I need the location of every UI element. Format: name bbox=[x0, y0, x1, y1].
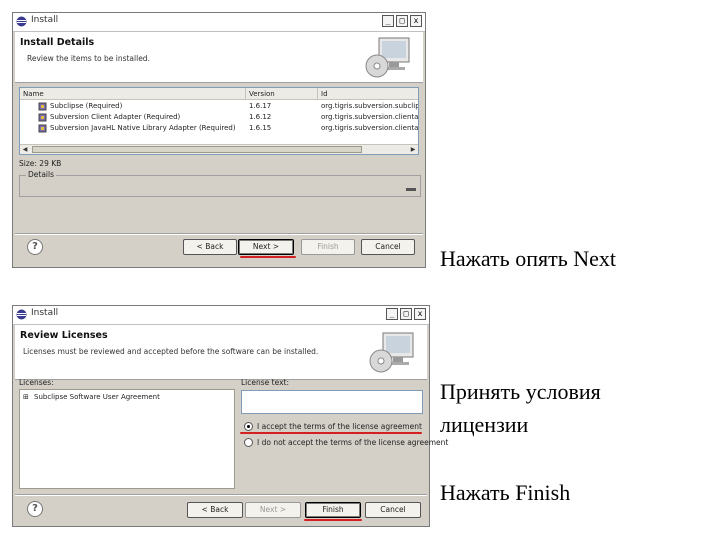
licenses-list[interactable]: ⊞ Subclipse Software User Agreement bbox=[19, 389, 235, 489]
accept-highlight-underline bbox=[240, 432, 422, 434]
scrollbar-thumb[interactable] bbox=[32, 146, 362, 153]
accept-license-radio[interactable] bbox=[244, 422, 253, 431]
install-items-table[interactable]: Name Version Id Subclipse (Required) 1.6… bbox=[19, 87, 419, 155]
page-subtitle: Licenses must be reviewed and accepted b… bbox=[23, 347, 319, 356]
caption-accept-terms-line1: Принять условия bbox=[440, 379, 601, 404]
close-button[interactable]: x bbox=[414, 308, 426, 320]
minimize-button[interactable]: _ bbox=[386, 308, 398, 320]
details-group: Details bbox=[19, 170, 421, 197]
install-details-window: Install _ □ x Install Details Review the… bbox=[12, 12, 426, 268]
table-row-version: 1.6.17 bbox=[249, 102, 272, 110]
cancel-button[interactable]: Cancel bbox=[361, 239, 415, 255]
table-row-name[interactable]: Subversion Client Adapter (Required) bbox=[50, 112, 246, 123]
feature-icon bbox=[38, 113, 47, 122]
finish-button[interactable]: Finish bbox=[305, 502, 361, 518]
column-header-name[interactable]: Name bbox=[20, 88, 246, 100]
details-label: Details bbox=[26, 170, 57, 179]
window-title: Install bbox=[31, 308, 59, 318]
next-button[interactable]: Next > bbox=[245, 502, 301, 518]
table-row-id: org.tigris.subversion.clientadapter.java… bbox=[321, 124, 418, 132]
finish-highlight-underline bbox=[304, 519, 362, 521]
help-icon[interactable]: ? bbox=[27, 239, 43, 255]
table-row-name[interactable]: Subversion JavaHL Native Library Adapter… bbox=[50, 123, 246, 134]
caption-press-next-again: Нажать опять Next bbox=[440, 246, 616, 271]
caption-press-finish: Нажать Finish bbox=[440, 480, 571, 505]
size-label: Size: 29 KB bbox=[19, 159, 62, 168]
license-text-label: License text: bbox=[241, 378, 289, 387]
window-title: Install bbox=[31, 15, 59, 25]
footer-separator bbox=[15, 494, 427, 496]
next-button[interactable]: Next > bbox=[238, 239, 294, 255]
decline-license-radio[interactable] bbox=[244, 438, 253, 447]
page-title: Review Licenses bbox=[20, 330, 108, 341]
maximize-button[interactable]: □ bbox=[396, 15, 408, 27]
minimize-button[interactable]: _ bbox=[382, 15, 394, 27]
decline-license-label[interactable]: I do not accept the terms of the license… bbox=[257, 438, 448, 447]
maximize-button[interactable]: □ bbox=[400, 308, 412, 320]
accept-license-label[interactable]: I accept the terms of the license agreem… bbox=[257, 422, 422, 431]
footer-separator bbox=[15, 233, 423, 235]
wizard-header: Review Licenses Licenses must be reviewe… bbox=[15, 325, 427, 380]
window-titlebar[interactable]: Install _ □ x bbox=[13, 306, 429, 325]
feature-icon bbox=[38, 102, 47, 111]
scroll-right-icon[interactable]: ▶ bbox=[408, 145, 418, 154]
license-list-item[interactable]: Subclipse Software User Agreement bbox=[34, 392, 234, 403]
license-expand-icon[interactable]: ⊞ bbox=[23, 392, 29, 403]
close-button[interactable]: x bbox=[410, 15, 422, 27]
column-header-id[interactable]: Id bbox=[318, 88, 418, 100]
review-licenses-window: Install _ □ x Review Licenses Licenses m… bbox=[12, 305, 448, 527]
table-row-id: org.tigris.subversion.clientadapter bbox=[321, 113, 418, 121]
splitter-handle[interactable] bbox=[406, 188, 416, 191]
wizard-header: Install Details Review the items to be i… bbox=[15, 32, 423, 83]
page-subtitle: Review the items to be installed. bbox=[27, 54, 150, 63]
back-button[interactable]: < Back bbox=[187, 502, 243, 518]
back-button[interactable]: < Back bbox=[183, 239, 237, 255]
license-text-area[interactable] bbox=[241, 390, 423, 414]
caption-accept-terms-line2: лицензии bbox=[440, 412, 529, 437]
install-cd-icon bbox=[369, 332, 414, 373]
install-cd-icon bbox=[365, 37, 410, 78]
scroll-left-icon[interactable]: ◀ bbox=[20, 145, 30, 154]
horizontal-scrollbar[interactable]: ◀ ▶ bbox=[20, 144, 418, 154]
table-row-name[interactable]: Subclipse (Required) bbox=[50, 101, 246, 112]
finish-button[interactable]: Finish bbox=[301, 239, 355, 255]
window-titlebar[interactable]: Install _ □ x bbox=[13, 13, 425, 32]
cancel-button[interactable]: Cancel bbox=[365, 502, 421, 518]
table-row-version: 1.6.15 bbox=[249, 124, 272, 132]
feature-icon bbox=[38, 124, 47, 133]
table-row-version: 1.6.12 bbox=[249, 113, 272, 121]
page-title: Install Details bbox=[20, 37, 95, 48]
eclipse-icon bbox=[16, 16, 27, 27]
column-header-version[interactable]: Version bbox=[246, 88, 318, 100]
licenses-label: Licenses: bbox=[19, 378, 54, 387]
table-row-id: org.tigris.subversion.subclipse bbox=[321, 102, 418, 110]
eclipse-icon bbox=[16, 309, 27, 320]
next-highlight-underline bbox=[240, 256, 296, 258]
help-icon[interactable]: ? bbox=[27, 501, 43, 517]
